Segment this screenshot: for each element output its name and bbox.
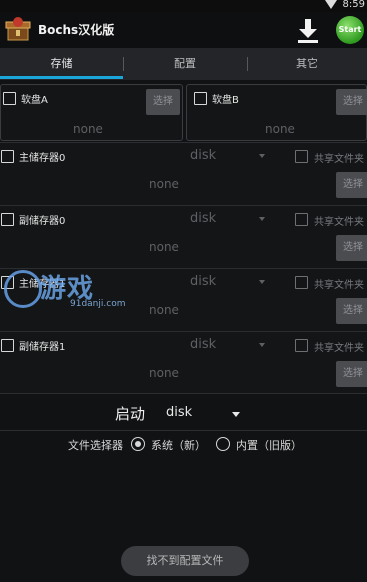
drive-slave0-value: none	[149, 240, 179, 254]
floppy-b-value: none	[265, 122, 295, 136]
status-bar: 8:59	[0, 0, 367, 12]
floppy-a-value: none	[73, 122, 103, 136]
chevron-down-icon	[259, 154, 265, 158]
drive-master1-select-button[interactable]: 选择	[336, 298, 367, 324]
drive-slave1-share-label: 共享文件夹	[314, 343, 364, 354]
drive-slave1-label: 副储存器1	[19, 342, 66, 353]
file-selector-radio-builtin[interactable]	[216, 437, 230, 451]
file-selector-option-builtin[interactable]: 内置（旧版）	[236, 437, 302, 453]
drive-master1-share-checkbox[interactable]	[295, 276, 308, 289]
drive-slave0-label: 副储存器0	[19, 216, 66, 227]
floppy-b-checkbox[interactable]	[194, 92, 207, 105]
app-logo-icon	[5, 17, 31, 41]
drive-slave0-checkbox[interactable]	[1, 213, 14, 226]
drive-master0-label: 主储存器0	[19, 153, 66, 164]
drive-row-slave1: 副储存器1 disk 共享文件夹 none 选择	[0, 331, 367, 394]
drive-master1-share-label: 共享文件夹	[314, 280, 364, 291]
floppy-a-checkbox[interactable]	[3, 92, 16, 105]
drive-slave1-share-checkbox[interactable]	[295, 339, 308, 352]
watermark-url: 91danji.com	[70, 299, 126, 309]
floppy-b-label: 软盘B	[212, 95, 239, 106]
chevron-down-icon	[259, 280, 265, 284]
drive-slave1-select-button[interactable]: 选择	[336, 361, 367, 387]
floppy-a-label: 软盘A	[21, 95, 48, 106]
boot-device-dropdown[interactable]: disk	[166, 405, 192, 420]
drive-master1-type[interactable]: disk	[190, 274, 216, 289]
file-selector-option-system[interactable]: 系统（新）	[151, 437, 206, 453]
drive-slave0-share-checkbox[interactable]	[295, 213, 308, 226]
app-bar: Bochs汉化版 Start	[0, 12, 367, 48]
floppy-a-select-button[interactable]: 选择	[146, 89, 180, 115]
drive-master0-share-checkbox[interactable]	[295, 150, 308, 163]
tab-indicator	[0, 76, 123, 79]
drive-slave1-value: none	[149, 366, 179, 380]
drive-slave1-type[interactable]: disk	[190, 337, 216, 352]
drive-master0-value: none	[149, 177, 179, 191]
drive-slave0-share-label: 共享文件夹	[314, 217, 364, 228]
drive-slave0-select-button[interactable]: 选择	[336, 235, 367, 261]
drive-master1-value: none	[149, 303, 179, 317]
wifi-icon	[325, 0, 337, 9]
chevron-down-icon	[232, 412, 240, 417]
drive-row-master0: 主储存器0 disk 共享文件夹 none 选择	[0, 142, 367, 205]
start-button[interactable]: Start	[336, 16, 364, 44]
chevron-down-icon	[259, 343, 265, 347]
floppy-a-panel: 软盘A 选择 none	[0, 84, 183, 141]
file-selector-radio-system[interactable]	[131, 437, 145, 451]
drive-master0-checkbox[interactable]	[1, 150, 14, 163]
chevron-down-icon	[259, 217, 265, 221]
radio-selected-dot	[135, 441, 141, 447]
file-selector-label: 文件选择器	[68, 439, 123, 452]
download-icon[interactable]	[294, 16, 322, 44]
drive-master0-select-button[interactable]: 选择	[336, 172, 367, 198]
drive-slave1-checkbox[interactable]	[1, 339, 14, 352]
drive-row-slave0: 副储存器0 disk 共享文件夹 none 选择	[0, 205, 367, 268]
floppy-b-panel: 软盘B 选择 none	[186, 84, 367, 141]
config-not-found-button[interactable]: 找不到配置文件	[121, 546, 249, 576]
floppy-b-select-button[interactable]: 选择	[336, 89, 367, 115]
boot-row: 启动 disk	[0, 393, 367, 431]
drive-slave0-type[interactable]: disk	[190, 211, 216, 226]
tab-other[interactable]: 其它	[247, 48, 367, 80]
boot-label: 启动	[115, 405, 146, 423]
status-time: 8:59	[342, 0, 365, 10]
watermark: 游戏 91danji.com	[4, 268, 144, 312]
drive-master0-type[interactable]: disk	[190, 148, 216, 163]
drive-master0-share-label: 共享文件夹	[314, 154, 364, 165]
app-title: Bochs汉化版	[38, 23, 115, 37]
watermark-logo-icon	[4, 270, 42, 308]
tab-config[interactable]: 配置	[123, 48, 247, 80]
